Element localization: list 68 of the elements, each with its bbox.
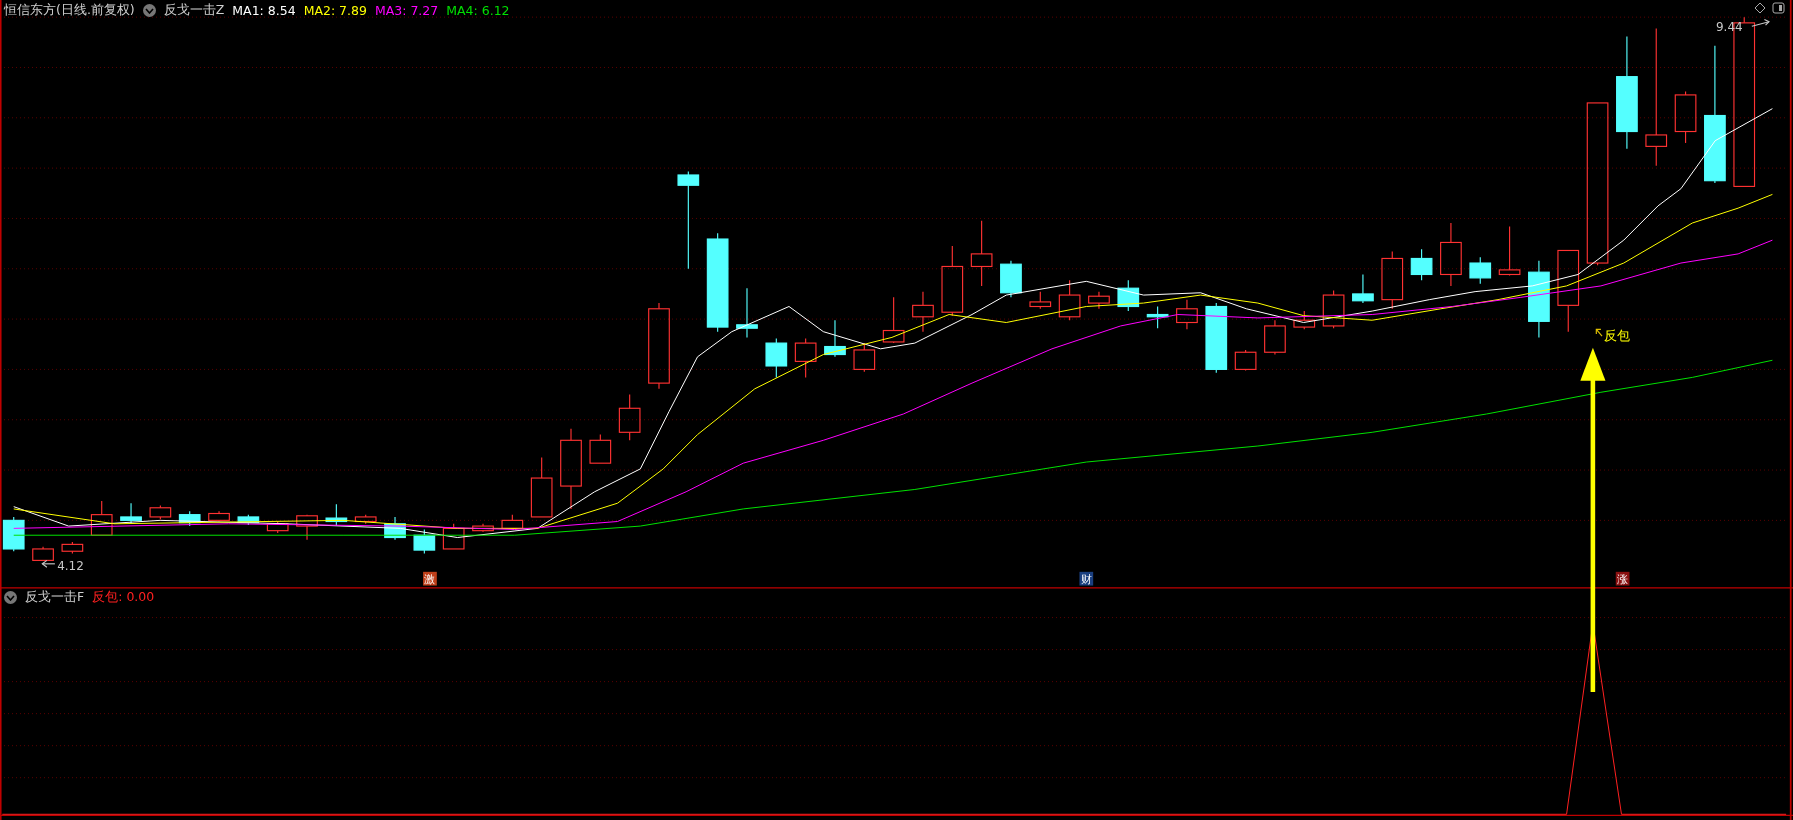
candlestick [736,287,758,338]
candlestick [296,514,318,541]
diamond-icon[interactable] [1754,2,1766,14]
candlestick [413,528,436,555]
candlestick [1381,251,1404,310]
candlestick [1000,260,1022,298]
candlestick [208,510,230,523]
candlestick [501,514,524,531]
signal-label: 反包 [1604,327,1631,343]
candlestick [1088,291,1110,310]
candlestick [354,514,377,525]
candlestick [1410,248,1433,281]
stock-title: 恒信东方(日线.前复权) [4,2,135,19]
marker-label: 涨 [1617,572,1629,587]
marker-label: 财 [1080,572,1092,587]
candlestick [1117,279,1140,312]
candlestick [1674,90,1697,144]
arrow-icon [1751,18,1770,27]
candlestick [941,245,964,317]
candlestick [1469,256,1492,285]
candlestick [32,546,54,561]
price-label: 4.12 [57,558,84,573]
candlestick [266,520,289,534]
candlestick [912,291,934,333]
ma-value: MA4: 6.12 [446,3,510,18]
candlestick [1176,299,1198,330]
candlestick [1264,319,1286,356]
candlestick [90,500,113,536]
candlestick [970,220,993,287]
candlestick [1498,225,1521,277]
candlestick [824,319,846,358]
candlestick [325,503,348,527]
candlestick [178,510,201,527]
dropdown-icon[interactable] [142,4,156,17]
candlestick [384,516,406,541]
candlestick [1293,310,1316,330]
candlestick [853,342,876,373]
candlestick [1058,279,1081,321]
indicator-name: 反戈一击Z [163,2,225,19]
arrow-icon [1595,328,1603,337]
candlestick [1322,289,1345,329]
candlestick [61,541,84,555]
candlestick [120,502,142,525]
indicator-name: 反戈一击F [25,589,85,606]
ma-value: MA2: 7.89 [303,3,367,18]
candlestick [1146,305,1169,329]
arrow-icon [41,559,56,568]
candlestick [882,296,905,344]
panel-toggle-icon[interactable] [1772,2,1785,14]
candlestick [1352,273,1374,304]
candlestick [1440,222,1462,287]
candlestick [1205,302,1228,374]
candlestick [794,337,817,378]
candlestick [1234,349,1257,372]
candlestick [589,434,612,464]
candlestick [149,504,172,520]
candlestick [1029,291,1052,310]
ma-value: MA1: 8.54 [232,3,296,18]
candlestick [472,523,494,533]
candlestick [765,337,788,378]
indicator-value: 反包: 0.00 [92,589,155,606]
candlestick [618,394,641,441]
dropdown-icon[interactable] [4,591,17,604]
candlestick [442,523,465,550]
ma-value: MA3: 7.27 [374,3,439,18]
candlestick [530,456,553,518]
marker-label: 激 [424,572,436,587]
candlestick [2,516,25,552]
